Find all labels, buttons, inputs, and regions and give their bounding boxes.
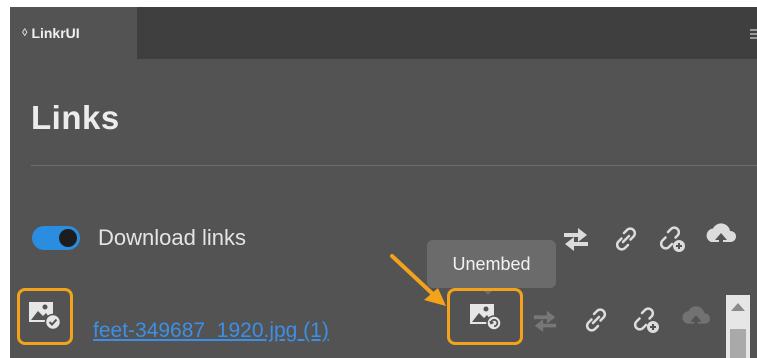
unembed-icon[interactable] bbox=[469, 302, 503, 332]
relink-icon[interactable] bbox=[560, 224, 592, 252]
linkrui-panel: ◊ LinkrUI Links Download links Unembed f… bbox=[10, 7, 757, 358]
upload-cloud-icon[interactable] bbox=[702, 222, 740, 252]
page-title: Links bbox=[31, 99, 120, 136]
scroll-up-icon[interactable] bbox=[731, 303, 745, 311]
link-icon[interactable] bbox=[611, 224, 641, 254]
relink-icon-disabled bbox=[530, 307, 560, 333]
divider bbox=[31, 165, 757, 166]
toggle-knob bbox=[59, 229, 77, 247]
link-icon[interactable] bbox=[581, 305, 611, 335]
tab-bar: ◊ LinkrUI bbox=[10, 7, 757, 59]
link-filename[interactable]: feet-349687_1920.jpg (1) bbox=[93, 319, 329, 343]
unlink-icon[interactable] bbox=[630, 304, 662, 336]
download-links-label: Download links bbox=[98, 225, 246, 250]
tab-label: LinkrUI bbox=[31, 25, 80, 41]
collapse-chevron-icon[interactable]: ◊ bbox=[22, 27, 27, 39]
unlink-icon[interactable] bbox=[656, 223, 688, 255]
upload-cloud-icon-disabled bbox=[678, 305, 714, 333]
tab-linkrui[interactable]: ◊ LinkrUI bbox=[10, 7, 137, 59]
scroll-thumb[interactable] bbox=[730, 329, 746, 358]
embedded-image-icon[interactable] bbox=[28, 299, 62, 331]
hamburger-menu-icon[interactable] bbox=[750, 29, 757, 39]
scrollbar[interactable] bbox=[726, 295, 750, 358]
unembed-tooltip: Unembed bbox=[427, 240, 556, 295]
download-links-toggle[interactable] bbox=[32, 226, 80, 250]
